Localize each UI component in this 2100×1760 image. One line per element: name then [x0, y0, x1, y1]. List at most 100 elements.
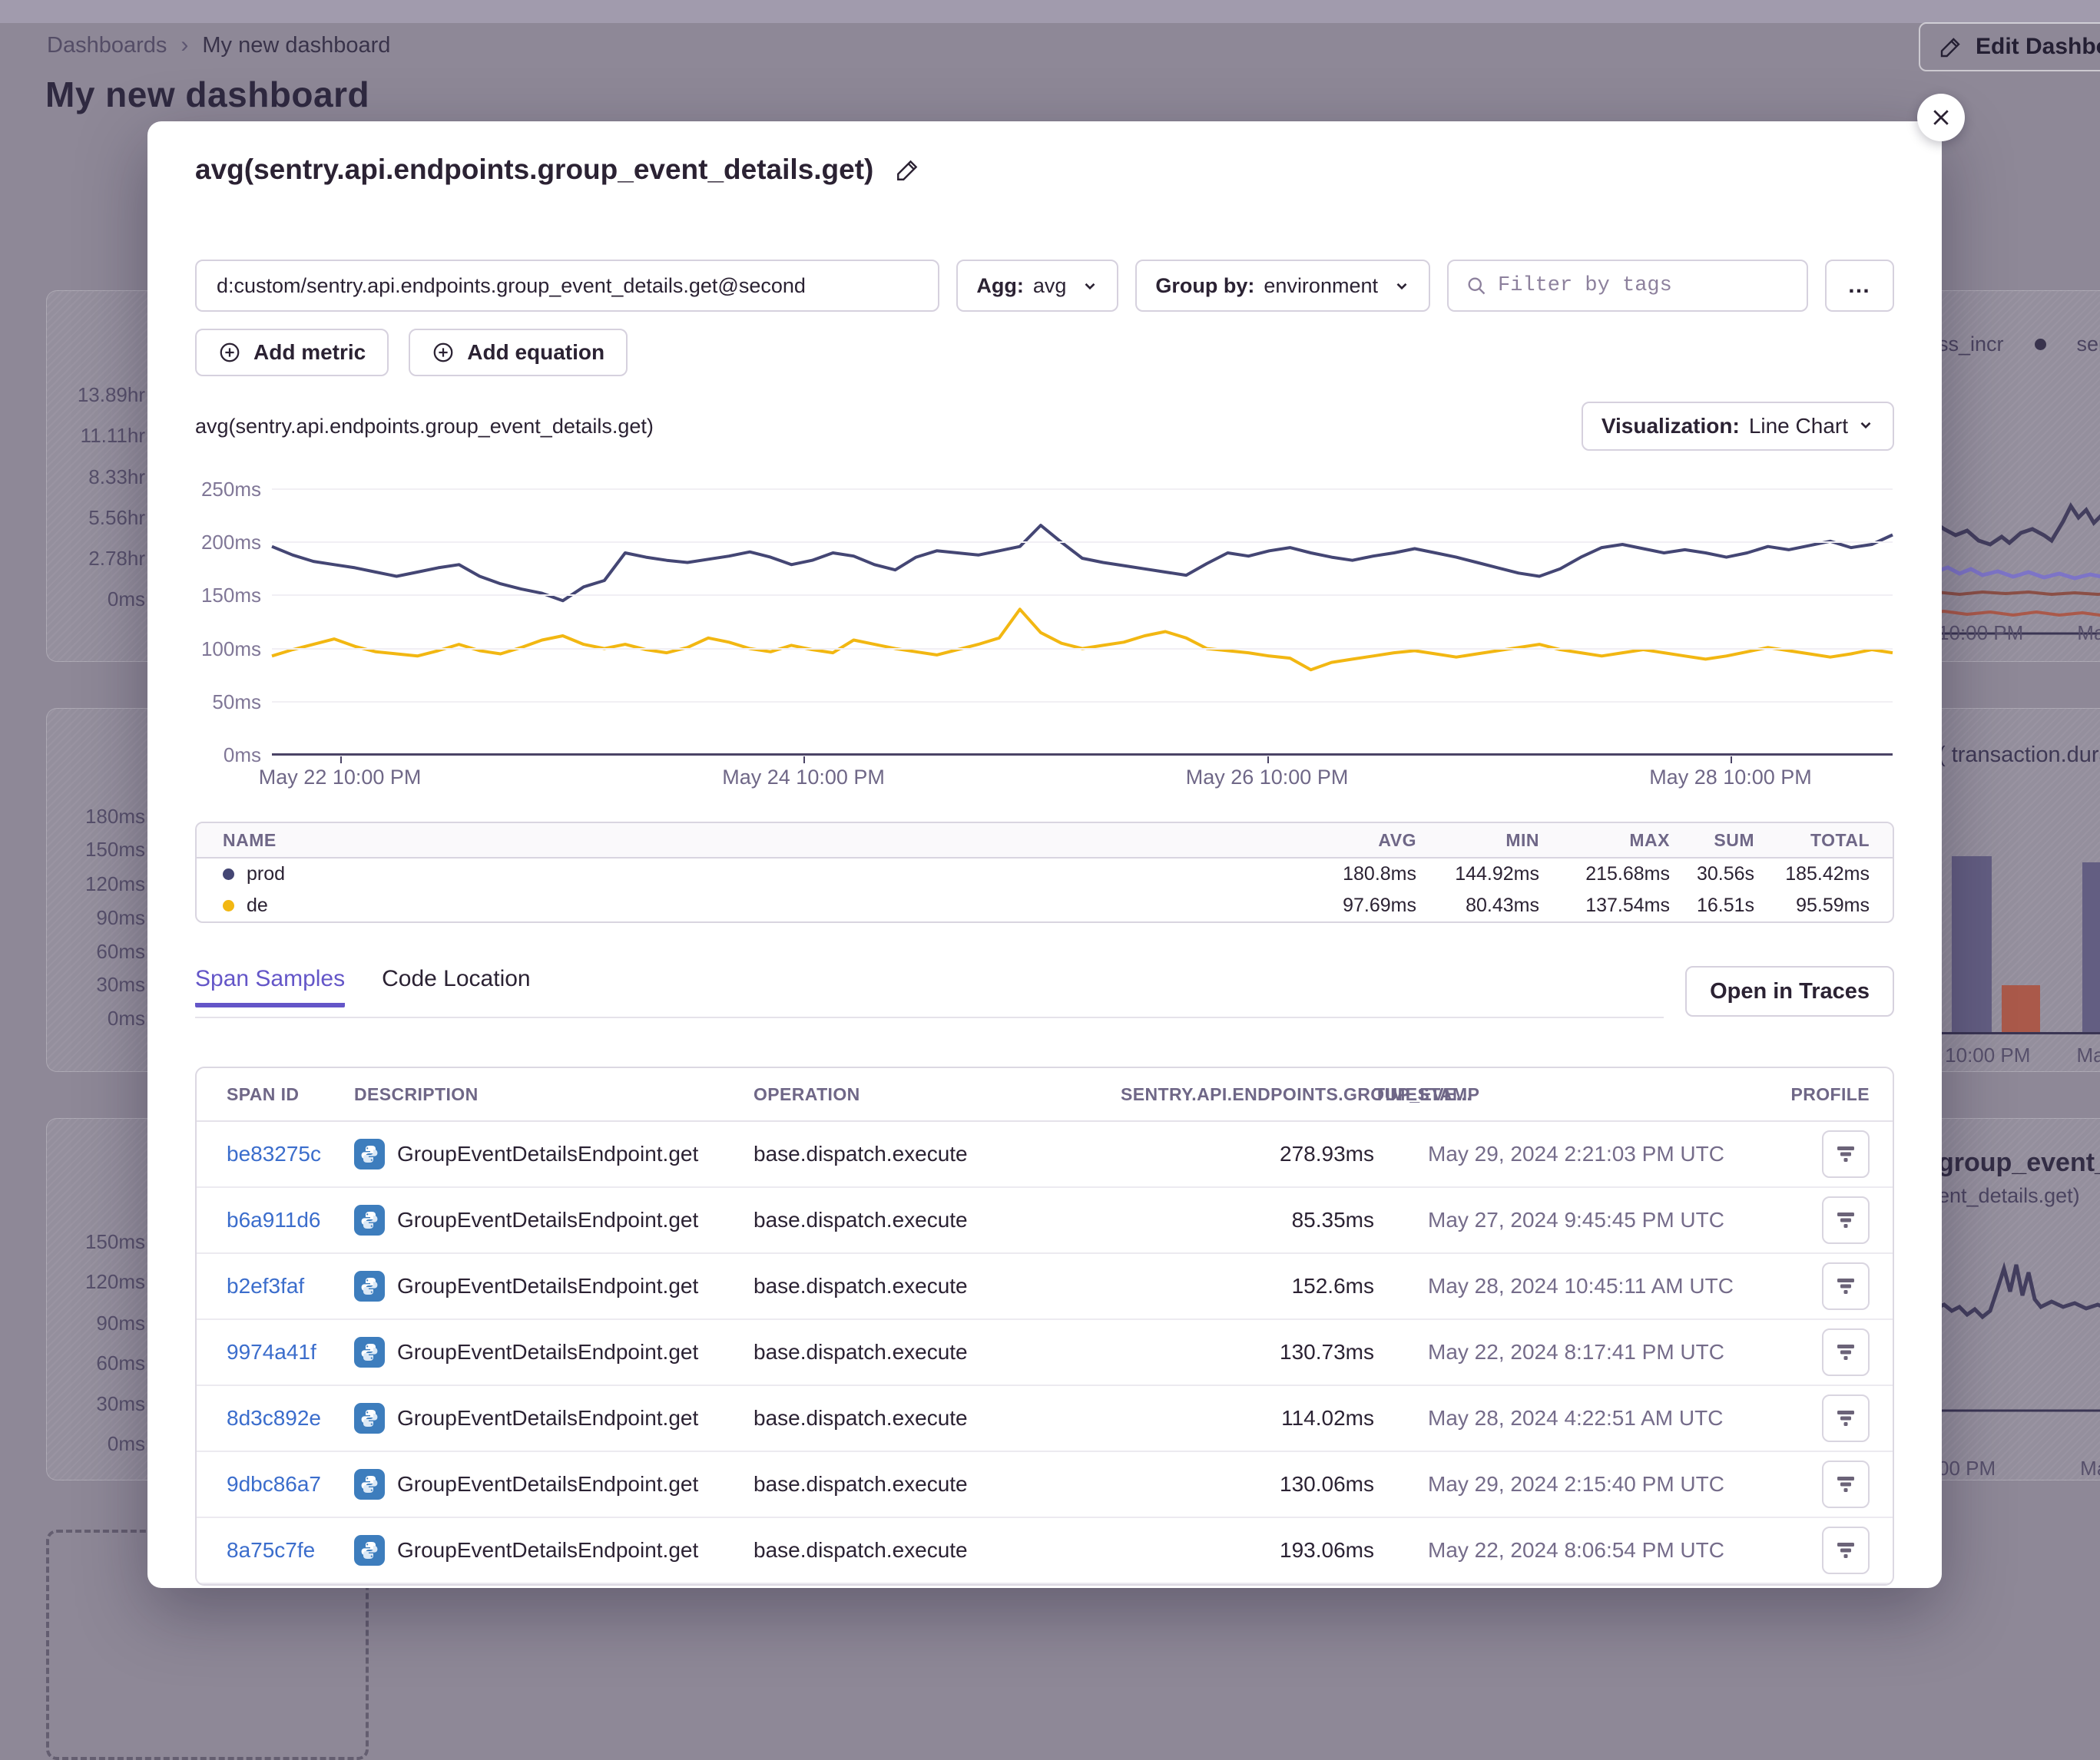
span-operation: base.dispatch.execute: [754, 1340, 1121, 1365]
span-id-link[interactable]: b2ef3faf: [227, 1274, 354, 1298]
y-axis-tick-label: 0ms: [195, 743, 261, 767]
plus-circle-icon: [218, 341, 241, 364]
span-description: GroupEventDetailsEndpoint.get: [397, 1274, 698, 1298]
profile-button[interactable]: [1822, 1262, 1870, 1310]
span-description: GroupEventDetailsEndpoint.get: [397, 1472, 698, 1497]
metric-line-chart[interactable]: 0ms50ms100ms150ms200ms250msMay 22 10:00 …: [195, 489, 1894, 790]
add-equation-button[interactable]: Add equation: [409, 329, 628, 376]
breadcrumb-dashboards[interactable]: Dashboards: [47, 33, 167, 58]
edit-dashboard-button[interactable]: Edit Dashboard: [1919, 22, 2100, 71]
ytick: 150ms: [45, 1230, 145, 1254]
tab-span-samples[interactable]: Span Samples: [195, 966, 345, 1007]
span-sample-row: 8d3c892e GroupEventDetailsEndpoint.get b…: [197, 1386, 1893, 1452]
tag-filter-input[interactable]: [1498, 274, 1790, 297]
y-axis-tick-label: 250ms: [195, 478, 261, 501]
series-avg: 97.69ms: [1301, 895, 1416, 917]
chevron-down-icon: [1393, 277, 1410, 294]
span-duration-value: 130.06ms: [1121, 1472, 1374, 1497]
chart-plot-area: [272, 489, 1893, 755]
profile-button[interactable]: [1822, 1130, 1870, 1178]
x-axis-tick: [340, 756, 342, 763]
profile-button[interactable]: [1822, 1461, 1870, 1508]
xlabel: May 26: [2077, 621, 2100, 645]
y-axis-tick-label: 200ms: [195, 531, 261, 554]
ytick: 120ms: [45, 872, 145, 896]
span-id-link[interactable]: 8d3c892e: [227, 1406, 354, 1431]
summary-col-total: TOTAL: [1754, 830, 1870, 851]
bg-widget-subtitle: ent_details.get): [1938, 1184, 2100, 1208]
tag-filter-field[interactable]: [1447, 260, 1808, 312]
ytick: 5.56hr: [45, 506, 145, 530]
ytick: 30ms: [45, 1392, 145, 1416]
series-max: 137.54ms: [1539, 895, 1670, 917]
metric-query-input[interactable]: d:custom/sentry.api.endpoints.group_even…: [195, 260, 939, 312]
visualization-dropdown[interactable]: Visualization: Line Chart: [1582, 402, 1894, 451]
breadcrumb: Dashboards › My new dashboard: [47, 32, 390, 58]
breadcrumb-current: My new dashboard: [202, 33, 390, 58]
add-metric-button[interactable]: Add metric: [195, 329, 389, 376]
span-id-link[interactable]: b6a911d6: [227, 1208, 354, 1232]
profile-button[interactable]: [1822, 1527, 1870, 1574]
python-icon: [354, 1403, 385, 1434]
span-id-link[interactable]: 9dbc86a7: [227, 1472, 354, 1497]
python-icon: [354, 1535, 385, 1566]
series-total: 95.59ms: [1754, 895, 1870, 917]
add-equation-label: Add equation: [467, 340, 604, 365]
samples-col-profile: PROFILE: [1758, 1084, 1870, 1105]
span-timestamp: May 28, 2024 4:22:51 AM UTC: [1374, 1406, 1758, 1431]
detail-tabs: Span Samples Code Location: [195, 966, 531, 1007]
search-icon: [1466, 275, 1487, 296]
edit-title-pencil-icon[interactable]: [895, 157, 921, 183]
span-sample-row: 8a75c7fe GroupEventDetailsEndpoint.get b…: [197, 1518, 1893, 1584]
bg-widget-title: group_event_: [1938, 1148, 2100, 1178]
profile-button[interactable]: [1822, 1196, 1870, 1244]
close-modal-button[interactable]: [1917, 94, 1965, 141]
span-description: GroupEventDetailsEndpoint.get: [397, 1538, 698, 1563]
summary-table-header: NAMEAVGMINMAXSUMTOTAL: [197, 823, 1893, 858]
samples-col-span-id: SPAN ID: [227, 1084, 354, 1105]
xlabel: May: [2076, 1044, 2100, 1067]
span-id-link[interactable]: 8a75c7fe: [227, 1538, 354, 1563]
bg-legend-item: ss_incr: [1938, 332, 2004, 356]
span-duration-value: 278.93ms: [1121, 1142, 1374, 1166]
summary-table-row: prod 180.8ms 144.92ms 215.68ms 30.56s 18…: [197, 858, 1893, 890]
xlabel: 00 PM: [1938, 1457, 1996, 1480]
ytick: 60ms: [45, 1351, 145, 1375]
span-sample-row: b6a911d6 GroupEventDetailsEndpoint.get b…: [197, 1188, 1893, 1254]
samples-col-description: DESCRIPTION: [354, 1084, 754, 1105]
series-min: 144.92ms: [1416, 863, 1539, 885]
more-options-button[interactable]: …: [1825, 260, 1894, 312]
profile-flamegraph-icon: [1835, 1143, 1857, 1165]
span-timestamp: May 29, 2024 2:21:03 PM UTC: [1374, 1142, 1758, 1166]
summary-col-avg: AVG: [1301, 830, 1416, 851]
span-sample-row: b2ef3faf GroupEventDetailsEndpoint.get b…: [197, 1254, 1893, 1320]
span-duration-value: 193.06ms: [1121, 1538, 1374, 1563]
profile-flamegraph-icon: [1835, 1540, 1857, 1561]
series-avg: 180.8ms: [1301, 863, 1416, 885]
ytick: 0ms: [45, 1007, 145, 1031]
profile-button[interactable]: [1822, 1394, 1870, 1442]
span-id-link[interactable]: be83275c: [227, 1142, 354, 1166]
gridline: [272, 488, 1893, 490]
agg-dropdown[interactable]: Agg: avg: [956, 260, 1118, 312]
page-title: My new dashboard: [45, 74, 369, 115]
groupby-dropdown[interactable]: Group by: environment: [1135, 260, 1430, 312]
series-sum: 30.56s: [1670, 863, 1754, 885]
legend-dot: [2035, 339, 2046, 350]
top-strip: [0, 0, 2100, 23]
xlabel: May 26: [2080, 1457, 2100, 1480]
series-name: prod: [247, 863, 285, 885]
chevron-down-icon: [1081, 277, 1098, 294]
open-in-traces-button[interactable]: Open in Traces: [1685, 966, 1894, 1017]
tab-code-location[interactable]: Code Location: [382, 966, 530, 1007]
x-axis-tick-label: May 24 10:00 PM: [722, 766, 885, 789]
span-timestamp: May 22, 2024 8:06:54 PM UTC: [1374, 1538, 1758, 1563]
ytick: 0ms: [45, 587, 145, 611]
x-axis-tick-label: May 22 10:00 PM: [259, 766, 422, 789]
span-id-link[interactable]: 9974a41f: [227, 1340, 354, 1365]
gridline: [272, 541, 1893, 543]
profile-button[interactable]: [1822, 1328, 1870, 1376]
ytick: 60ms: [45, 940, 145, 964]
ytick: 30ms: [45, 973, 145, 997]
ytick: 150ms: [45, 838, 145, 862]
